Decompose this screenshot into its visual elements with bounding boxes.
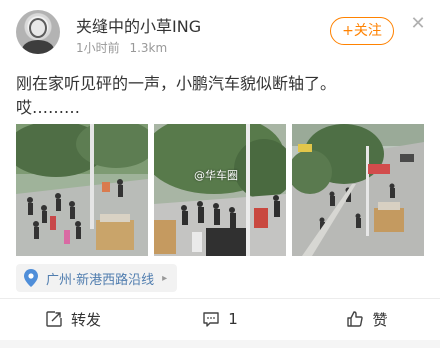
photo-grid bbox=[16, 124, 424, 256]
post-text: 刚在家听见砰的一声，小鹏汽车貌似断轴了。 哎……… bbox=[16, 72, 426, 120]
comment-button[interactable]: 1 bbox=[146, 299, 294, 339]
comment-count: 1 bbox=[228, 310, 238, 328]
repost-label: 转发 bbox=[70, 310, 101, 329]
like-button[interactable]: 赞 bbox=[294, 299, 440, 339]
post-text-line-1: 刚在家听见砰的一声，小鹏汽车貌似断轴了。 bbox=[16, 74, 337, 93]
follow-button[interactable]: +关注 bbox=[330, 17, 394, 45]
photo-1-image bbox=[16, 124, 148, 256]
comment-icon bbox=[203, 312, 219, 327]
location-pin-icon bbox=[24, 269, 38, 287]
avatar-face bbox=[29, 18, 47, 38]
post-text-line-2: 哎……… bbox=[16, 98, 81, 117]
photo-1[interactable] bbox=[16, 124, 148, 256]
close-icon[interactable]: ✕ bbox=[408, 14, 428, 34]
post-distance: 1.3km bbox=[129, 41, 168, 55]
like-label: 赞 bbox=[372, 310, 388, 329]
post-header: 夹缝中的小草ING 1小时前 1.3km +关注 ✕ bbox=[0, 0, 440, 64]
chevron-right-icon: ▸ bbox=[162, 272, 168, 284]
repost-button[interactable]: 转发 bbox=[0, 299, 146, 339]
avatar-body bbox=[22, 40, 54, 54]
photo-2[interactable] bbox=[154, 124, 286, 256]
location-text: 广州·新港西路沿线 bbox=[46, 272, 155, 288]
location-tag[interactable]: 广州·新港西路沿线 ▸ bbox=[16, 264, 178, 292]
username[interactable]: 夹缝中的小草ING bbox=[76, 13, 201, 37]
repost-icon bbox=[46, 311, 62, 327]
thumbs-up-icon bbox=[347, 311, 364, 327]
photo-2-image bbox=[154, 124, 286, 256]
post-time: 1小时前 bbox=[76, 41, 120, 55]
post-meta: 1小时前 1.3km bbox=[76, 39, 167, 56]
action-bar: 转发 1 赞 bbox=[0, 299, 440, 339]
image-watermark: @华车圈 bbox=[194, 169, 238, 182]
photo-3[interactable] bbox=[292, 124, 424, 256]
bottom-separator bbox=[0, 340, 440, 348]
photo-3-image bbox=[292, 124, 424, 256]
avatar[interactable] bbox=[16, 10, 60, 54]
